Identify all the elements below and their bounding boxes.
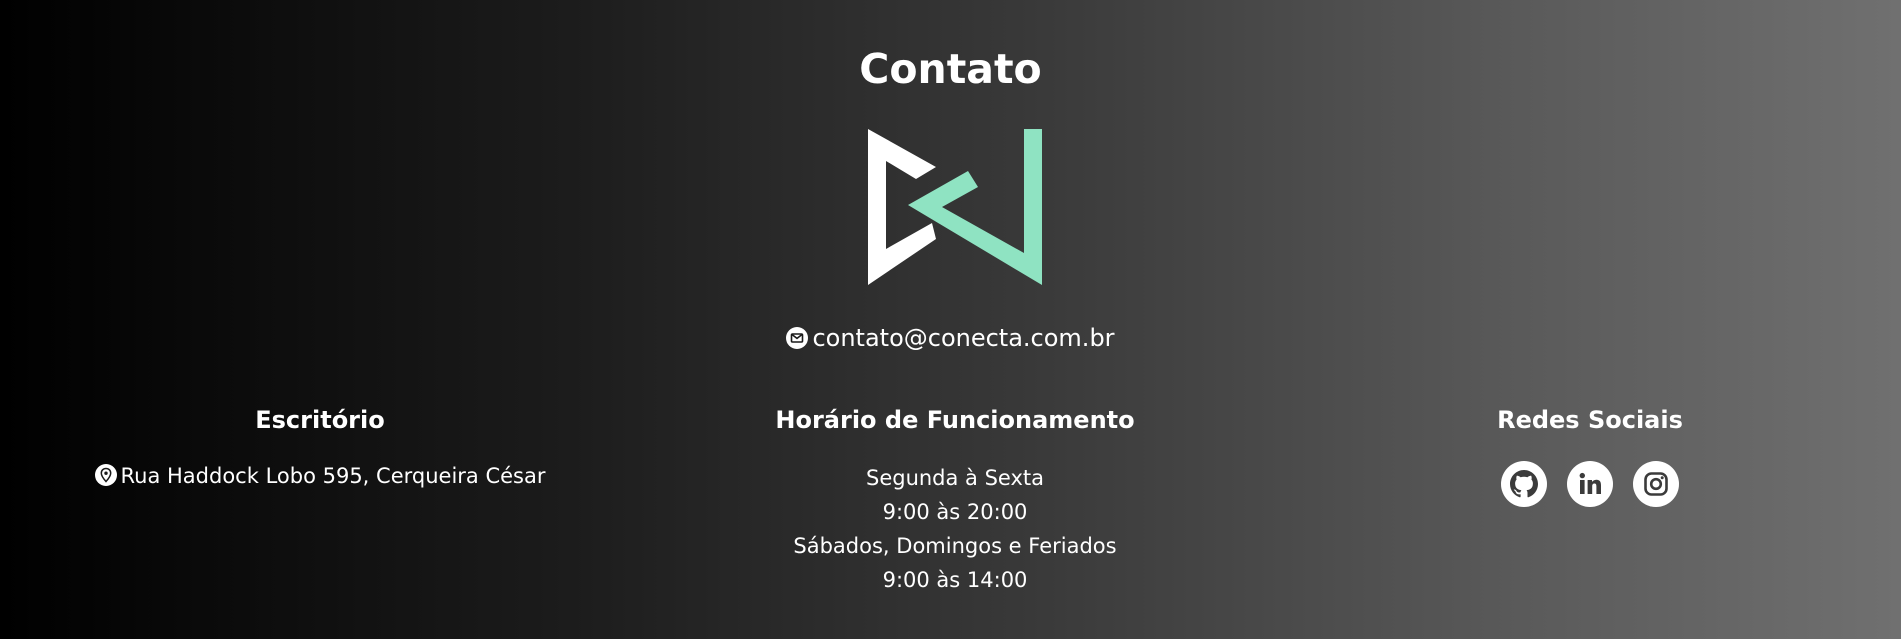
hours-line-weekdays: Segunda à Sexta xyxy=(865,466,1045,490)
office-heading: Escritório xyxy=(255,406,385,434)
hours-list: Segunda à Sexta 9:00 às 20:00 Sábados, D… xyxy=(735,461,1175,597)
contact-footer: Contato contato@conecta.com.br Escritóri… xyxy=(0,0,1901,639)
hours-section: Horário de Funcionamento Segunda à Sexta… xyxy=(735,404,1175,597)
office-address: Rua Haddock Lobo 595, Cerqueira César xyxy=(80,461,560,491)
email-address[interactable]: contato@conecta.com.br xyxy=(812,324,1114,352)
conecta-logo xyxy=(868,129,1042,285)
social-section: Redes Sociais xyxy=(1440,404,1740,507)
social-heading: Redes Sociais xyxy=(1497,406,1683,434)
office-address-text: Rua Haddock Lobo 595, Cerqueira César xyxy=(120,464,546,488)
location-pin-icon xyxy=(94,464,117,486)
linkedin-icon[interactable] xyxy=(1567,461,1613,507)
hours-heading: Horário de Funcionamento xyxy=(775,406,1135,434)
instagram-icon[interactable] xyxy=(1633,461,1679,507)
social-links xyxy=(1440,461,1740,507)
github-icon[interactable] xyxy=(1501,461,1547,507)
office-section: Escritório Rua Haddock Lobo 595, Cerquei… xyxy=(80,404,560,491)
hours-line-weekend-time: 9:00 às 14:00 xyxy=(882,568,1028,592)
email-icon xyxy=(786,327,809,349)
contact-email[interactable]: contato@conecta.com.br xyxy=(0,322,1901,354)
contact-title: Contato xyxy=(859,45,1042,93)
hours-line-weekday-time: 9:00 às 20:00 xyxy=(882,500,1028,524)
hours-line-weekends: Sábados, Domingos e Feriados xyxy=(793,534,1117,558)
